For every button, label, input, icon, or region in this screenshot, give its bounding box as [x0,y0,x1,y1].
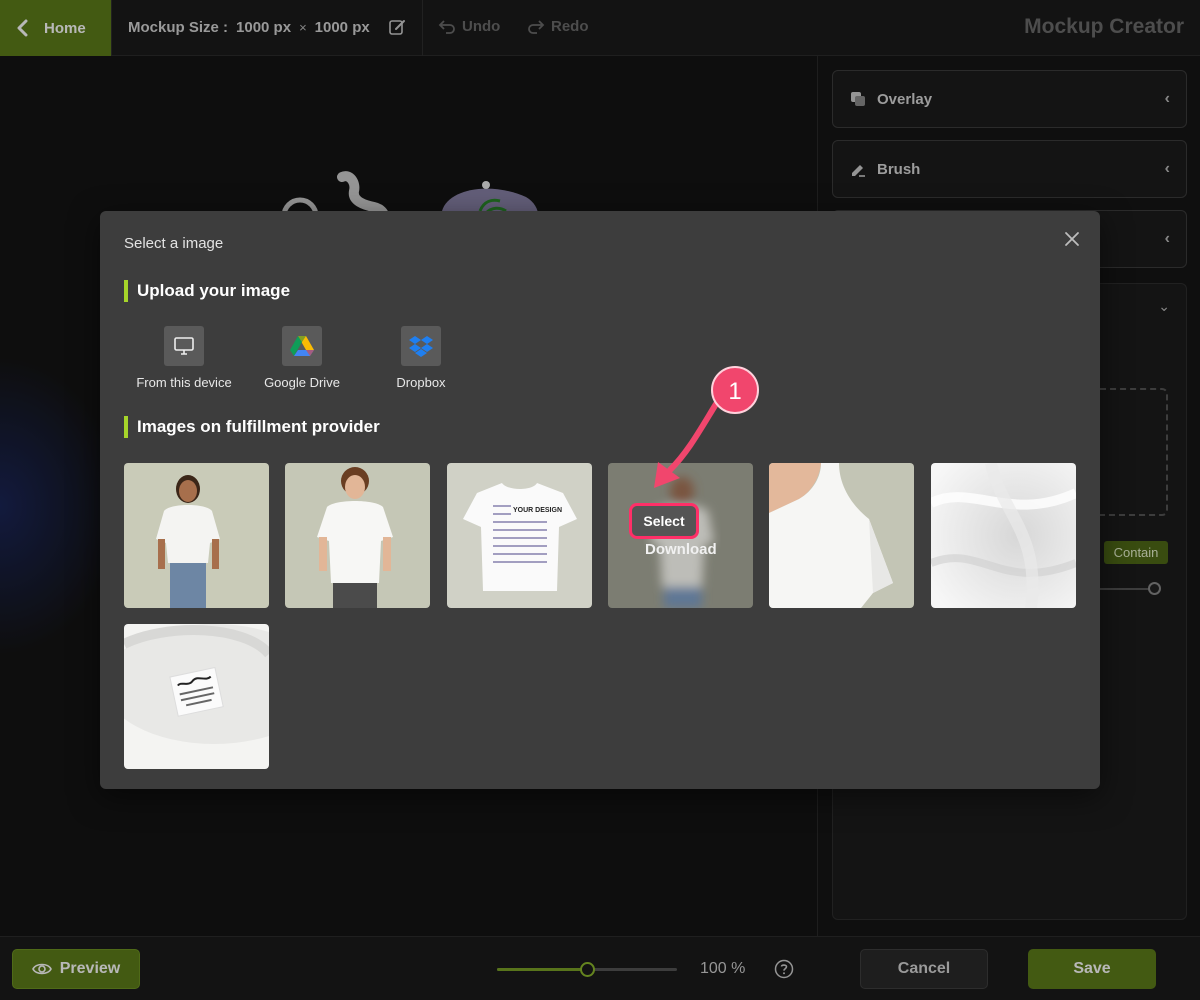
source-dropbox[interactable]: Dropbox [361,326,481,390]
source-dropbox-label: Dropbox [396,375,446,390]
source-google-drive[interactable]: Google Drive [242,326,362,390]
flat-tee-image: YOUR DESIGN [447,463,592,608]
download-link[interactable]: Download [645,541,717,558]
image-neck-label[interactable] [124,624,269,769]
modal-title: Select a image [124,235,224,252]
step-number-badge: 1 [711,366,759,414]
shoulder-closeup-image [769,463,914,608]
dropbox-icon [401,326,441,366]
source-device[interactable]: From this device [124,326,244,390]
select-image-modal: Select a image Upload your image From th… [100,211,1100,789]
select-button[interactable]: Select [629,503,699,539]
google-drive-icon [282,326,322,366]
upload-heading: Upload your image [124,280,290,302]
image-flat-tee-your-design[interactable]: YOUR DESIGN [447,463,592,608]
source-google-drive-label: Google Drive [264,375,340,390]
close-icon[interactable] [1062,229,1082,249]
image-shoulder-closeup[interactable] [769,463,914,608]
provider-heading: Images on fulfillment provider [124,416,380,438]
pointer-arrow-icon [654,401,719,488]
image-man-white-tee[interactable] [285,463,430,608]
monitor-icon [164,326,204,366]
neck-label-image [124,624,269,769]
woman-white-tee-image [124,463,269,608]
source-device-label: From this device [136,375,232,390]
fabric-texture-image [931,463,1076,608]
app-root: Home Mockup Size : 1000 px × 1000 px Und… [0,0,1200,1000]
image-woman-white-tee[interactable] [124,463,269,608]
your-design-text: YOUR DESIGN [513,507,562,514]
man-white-tee-image [285,463,430,608]
image-fabric-texture[interactable] [931,463,1076,608]
